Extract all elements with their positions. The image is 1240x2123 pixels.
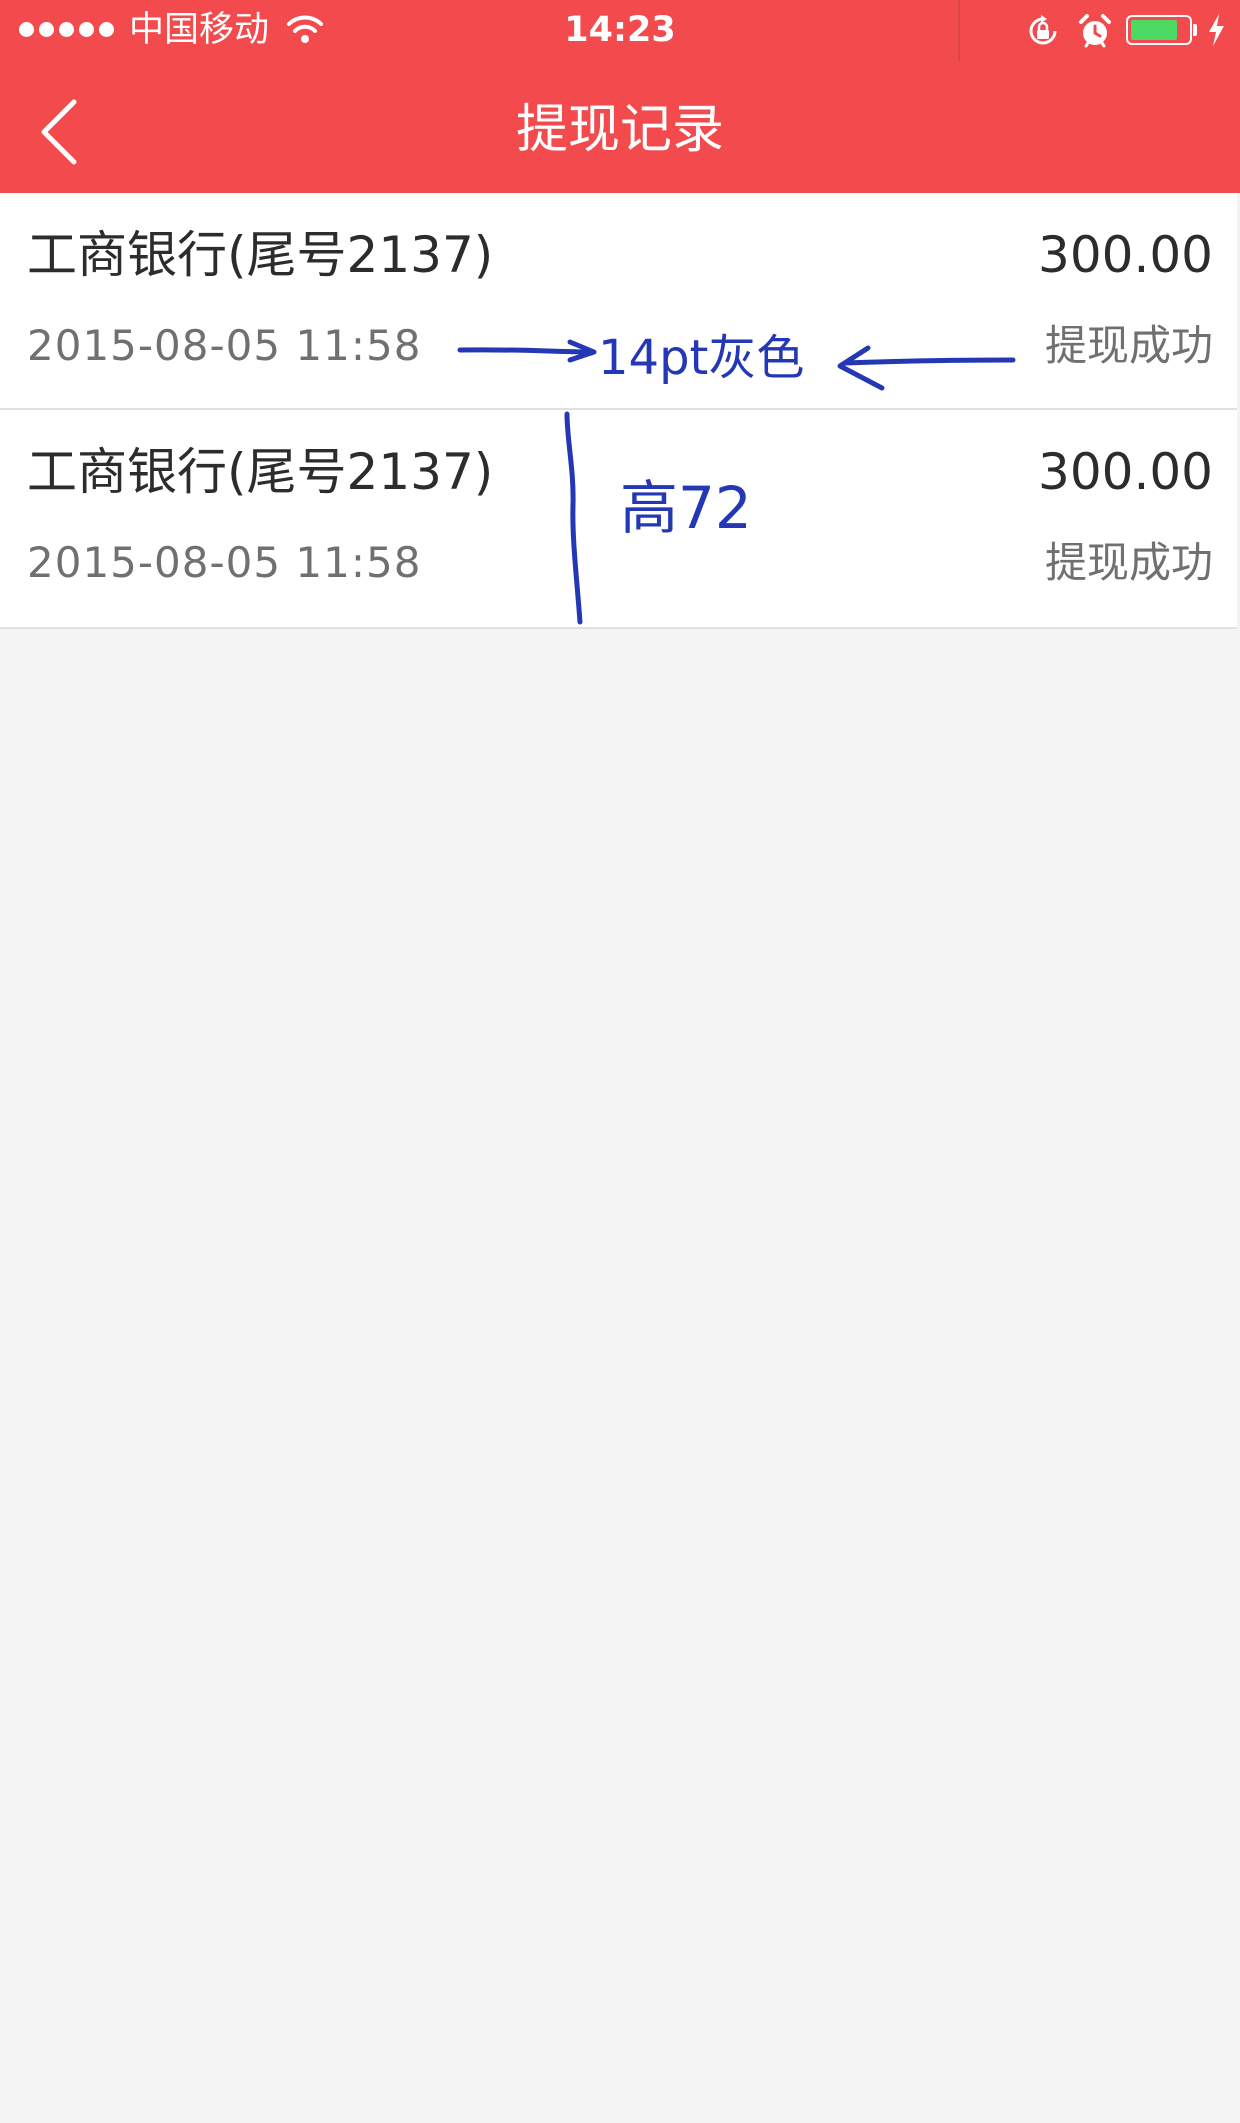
withdrawal-time: 2015-08-05 11:58 [27,321,422,370]
withdrawal-status: 提现成功 [1044,321,1213,370]
annotation-height-note: 高72 [620,474,752,542]
annotation-font-note: 14pt灰色 [598,330,805,386]
withdrawal-time: 2015-08-05 11:58 [27,538,422,587]
status-divider [958,0,960,62]
status-bar: 中国移动 14:23 [0,0,1240,62]
withdrawal-amount: 300.00 [1038,443,1213,501]
battery-icon [1126,15,1192,45]
bank-name: 工商银行(尾号2137) [27,443,494,501]
charging-icon [1209,14,1224,46]
withdrawal-record-list: 工商银行(尾号2137) 300.00 2015-08-05 11:58 提现成… [0,193,1237,629]
battery-tip [1193,24,1197,36]
battery-level [1131,20,1178,40]
withdrawal-records-screen: 中国移动 14:23 提现记录 工商银行(尾号2137) 300.00 2015… [0,0,1240,2123]
alarm-icon [1079,14,1111,48]
page-title: 提现记录 [515,100,724,160]
record-row[interactable]: 工商银行(尾号2137) 300.00 2015-08-05 11:58 提现成… [0,410,1237,629]
bank-name: 工商银行(尾号2137) [27,226,494,284]
header-bar: 中国移动 14:23 提现记录 [0,0,1240,193]
withdrawal-status: 提现成功 [1044,538,1213,587]
rotation-lock-icon [1029,15,1057,45]
withdrawal-amount: 300.00 [1038,226,1213,284]
